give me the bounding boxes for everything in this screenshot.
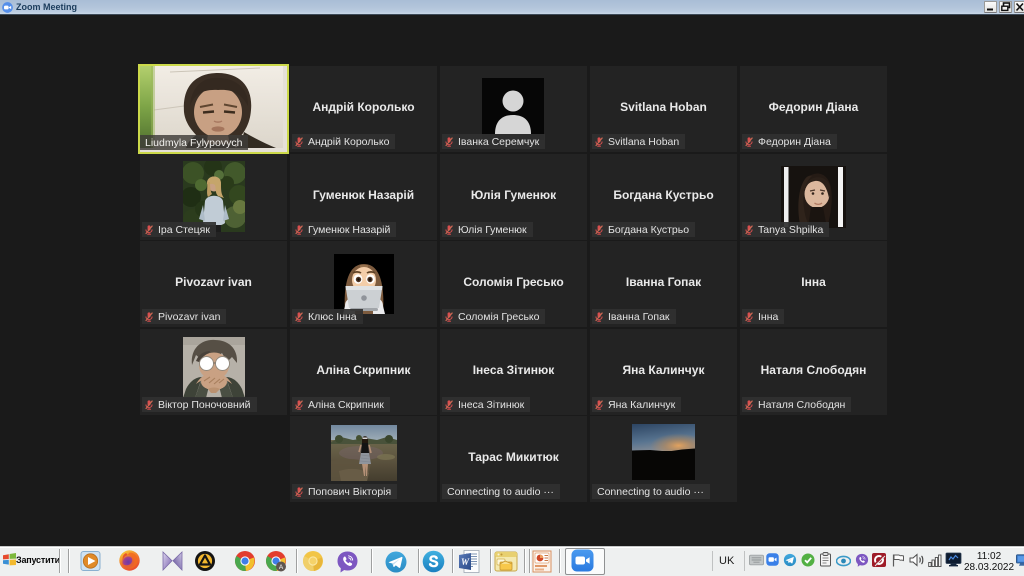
svg-text:A: A (279, 564, 284, 571)
svg-text:W: W (461, 557, 470, 567)
